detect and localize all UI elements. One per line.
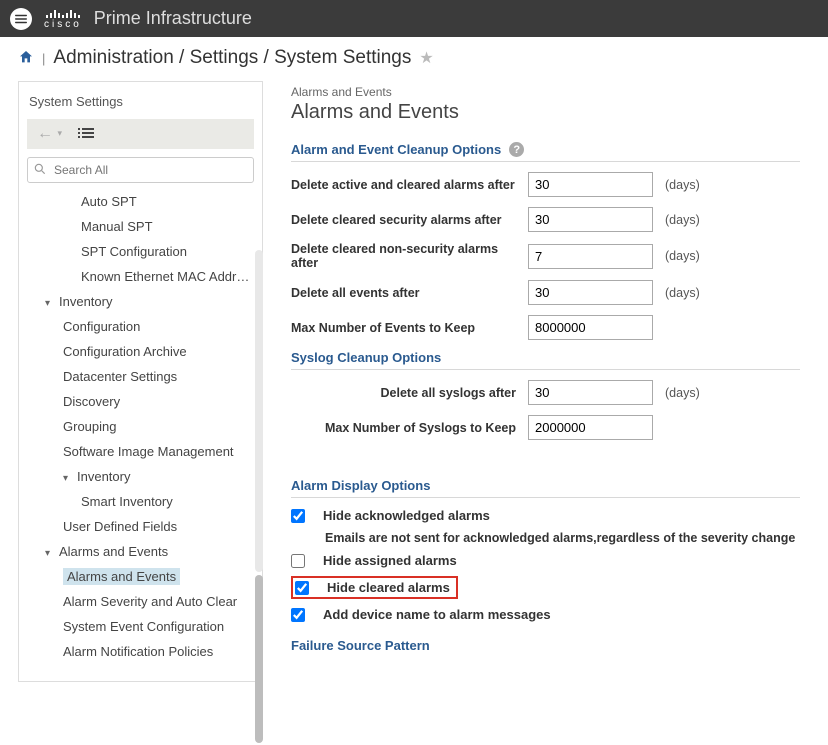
form-input[interactable] <box>528 280 653 305</box>
form-label: Delete cleared non-security alarms after <box>291 242 516 270</box>
sidebar-item[interactable]: SPT Configuration <box>27 239 254 264</box>
option-row: Hide acknowledged alarms <box>291 508 800 523</box>
sidebar-search <box>27 157 254 183</box>
sidebar-toolbar: ← ▾ <box>27 119 254 149</box>
list-view-icon[interactable] <box>78 127 94 142</box>
product-name: Prime Infrastructure <box>94 8 252 29</box>
sidebar: System Settings ← ▾ Auto SPTManual SPTSP… <box>18 81 263 682</box>
form-input[interactable] <box>528 244 653 269</box>
form-label: Delete all events after <box>291 286 516 300</box>
favorite-star-icon[interactable]: ★ <box>419 48 433 68</box>
home-icon[interactable] <box>18 49 34 68</box>
syslog-section-header: Syslog Cleanup Options <box>291 350 800 370</box>
option-row: Hide cleared alarms <box>291 576 800 599</box>
form-input[interactable] <box>528 207 653 232</box>
form-row: Max Number of Syslogs to Keep <box>291 415 800 440</box>
sidebar-item[interactable]: Inventory <box>27 464 254 489</box>
form-input[interactable] <box>528 415 653 440</box>
breadcrumb-row: | Administration / Settings / System Set… <box>0 37 828 81</box>
sidebar-item[interactable]: Alarms and Events <box>27 564 254 589</box>
cisco-logo: cisco <box>44 8 82 30</box>
search-input[interactable] <box>27 157 254 183</box>
option-checkbox[interactable] <box>291 509 305 523</box>
back-arrow-icon[interactable]: ← ▾ <box>37 125 62 143</box>
cisco-text: cisco <box>44 19 82 30</box>
form-input[interactable] <box>528 315 653 340</box>
form-label: Delete active and cleared alarms after <box>291 178 516 192</box>
sidebar-item[interactable]: Software Image Management <box>27 439 254 464</box>
sidebar-item[interactable]: Inventory <box>27 289 254 314</box>
form-row: Delete all syslogs after (days) <box>291 380 800 405</box>
failure-section-header: Failure Source Pattern <box>291 638 800 657</box>
option-checkbox[interactable] <box>291 554 305 568</box>
menu-button[interactable] <box>10 8 32 30</box>
form-row: Delete active and cleared alarms after (d… <box>291 172 800 197</box>
cleanup-section-header: Alarm and Event Cleanup Options ? <box>291 142 800 162</box>
nav-tree: Auto SPTManual SPTSPT ConfigurationKnown… <box>27 189 254 664</box>
form-row: Max Number of Events to Keep <box>291 315 800 340</box>
breadcrumb: Administration / Settings / System Setti… <box>53 47 411 69</box>
sidebar-item[interactable]: Manual SPT <box>27 214 254 239</box>
option-label: Hide assigned alarms <box>323 553 457 568</box>
breadcrumb-separator: | <box>42 51 45 66</box>
form-label: Delete cleared security alarms after <box>291 213 516 227</box>
form-row: Delete cleared non-security alarms after… <box>291 242 800 270</box>
form-label: Delete all syslogs after <box>291 386 516 400</box>
unit-label: (days) <box>665 249 700 263</box>
sidebar-item[interactable]: Alarms and Events <box>27 539 254 564</box>
option-row: Hide assigned alarms <box>291 553 800 568</box>
content-crumb: Alarms and Events <box>291 85 800 99</box>
form-row: Delete all events after (days) <box>291 280 800 305</box>
unit-label: (days) <box>665 213 700 227</box>
sidebar-item[interactable]: Alarm Severity and Auto Clear <box>27 589 254 614</box>
sidebar-item[interactable]: Auto SPT <box>27 189 254 214</box>
sidebar-item[interactable]: Grouping <box>27 414 254 439</box>
page-title: Alarms and Events <box>291 101 800 124</box>
main-content: Alarms and Events Alarms and Events Alar… <box>263 81 810 682</box>
sidebar-item[interactable]: Datacenter Settings <box>27 364 254 389</box>
hamburger-icon <box>14 12 28 26</box>
unit-label: (days) <box>665 386 700 400</box>
highlighted-option: Hide cleared alarms <box>291 576 458 599</box>
option-row: Add device name to alarm messages <box>291 607 800 622</box>
form-row: Delete cleared security alarms after (day… <box>291 207 800 232</box>
topbar: cisco Prime Infrastructure <box>0 0 828 37</box>
display-section-header: Alarm Display Options <box>291 478 800 498</box>
sidebar-item[interactable]: Configuration Archive <box>27 339 254 364</box>
option-note: Emails are not sent for acknowledged ala… <box>325 531 800 545</box>
sidebar-item[interactable]: Known Ethernet MAC Address List <box>27 264 254 289</box>
sidebar-item[interactable]: Configuration <box>27 314 254 339</box>
option-label: Hide cleared alarms <box>327 580 450 595</box>
help-icon[interactable]: ? <box>509 142 524 157</box>
sidebar-item[interactable]: Alarm Notification Policies <box>27 639 254 664</box>
option-label: Add device name to alarm messages <box>323 607 551 622</box>
form-input[interactable] <box>528 380 653 405</box>
option-label: Hide acknowledged alarms <box>323 508 490 523</box>
sidebar-item[interactable]: Smart Inventory <box>27 489 254 514</box>
scrollbar[interactable] <box>252 250 264 745</box>
sidebar-item[interactable]: User Defined Fields <box>27 514 254 539</box>
unit-label: (days) <box>665 286 700 300</box>
form-input[interactable] <box>528 172 653 197</box>
option-checkbox[interactable] <box>291 608 305 622</box>
sidebar-title: System Settings <box>27 90 254 119</box>
form-label: Max Number of Syslogs to Keep <box>291 421 516 435</box>
form-label: Max Number of Events to Keep <box>291 321 516 335</box>
sidebar-item[interactable]: System Event Configuration <box>27 614 254 639</box>
unit-label: (days) <box>665 178 700 192</box>
option-checkbox[interactable] <box>295 581 309 595</box>
search-icon <box>33 162 47 179</box>
sidebar-item[interactable]: Discovery <box>27 389 254 414</box>
